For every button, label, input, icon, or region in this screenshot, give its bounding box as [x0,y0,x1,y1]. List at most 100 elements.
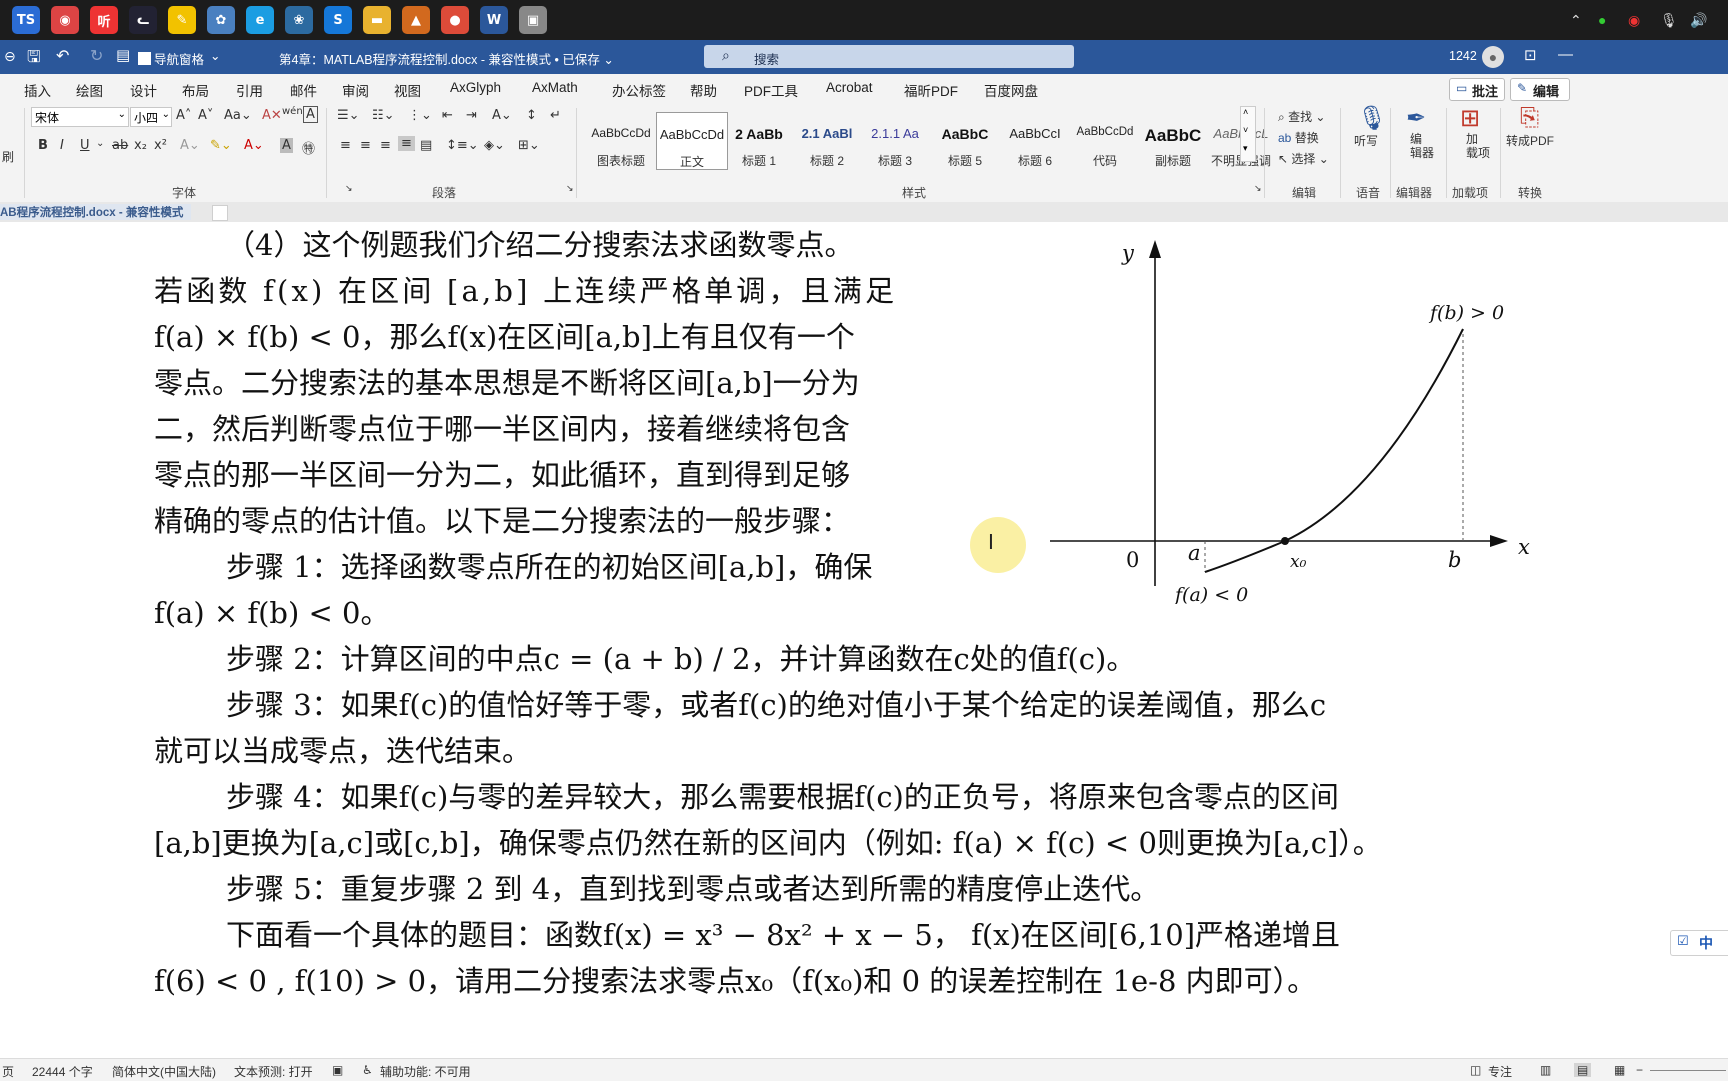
print-layout-icon[interactable]: ▤ [1574,1063,1592,1077]
style-item[interactable]: 2 AaBb 标题 1 [724,112,794,168]
app-menu-icon[interactable]: ⊖ [4,48,16,65]
find-button[interactable]: ⌕ 查找 ⌄ [1278,108,1325,125]
avatar[interactable]: ● [1482,46,1504,68]
sticky-notes-icon[interactable]: ✎ [168,6,196,34]
style-item[interactable]: AaBbC 副标题 [1138,112,1208,168]
nav-pane-checkbox[interactable] [138,52,151,65]
borders-icon[interactable]: ⊞⌄ [518,138,540,153]
tab-10[interactable]: 办公标签 [612,80,666,100]
select-button[interactable]: ↖ 选择 ⌄ [1278,150,1329,167]
tab-3[interactable]: 布局 [182,80,209,100]
tab-12[interactable]: PDF工具 [744,80,798,100]
text-predictions-status[interactable]: 文本预测: 打开 [234,1063,313,1080]
sogou-icon[interactable]: S [324,6,352,34]
paint-icon[interactable]: ✿ [207,6,235,34]
convert-pdf-button[interactable]: ⎘ 转成PDF [1504,104,1558,180]
increase-indent-icon[interactable]: ⇥ [466,108,477,123]
chevron-up-icon[interactable]: ⌃ [1570,10,1582,30]
dialog-launcher-icon[interactable]: ↘ [345,184,353,194]
align-left-icon[interactable]: ≡ [340,138,351,153]
shrink-font-icon[interactable]: A˅ [198,108,213,123]
dictate-button[interactable]: 🎙 听写 [1350,104,1387,180]
tab-13[interactable]: Acrobat [826,80,873,95]
clear-format-icon[interactable]: A✕ [262,108,282,123]
style-item[interactable]: AaBbC 标题 5 [930,112,1000,168]
styles-scroll[interactable]: ˄ ˅ ▾ [1240,106,1256,162]
accessibility-status[interactable]: 辅助功能: 不可用 [380,1063,471,1080]
dialog-launcher-icon[interactable]: ↘ [566,184,574,194]
language-indicator[interactable]: 简体中文(中国大陆) [112,1063,216,1080]
distributed-icon[interactable]: ▤ [420,138,432,153]
print-preview-icon[interactable]: ▤ [116,46,130,64]
font-name-select[interactable]: 宋体 ⌄ [31,107,129,127]
record-icon[interactable]: ◉ [1628,10,1640,30]
ts-app-icon[interactable]: TS [12,6,40,34]
justify-icon[interactable]: ≡ [398,136,415,151]
screen-capture-icon[interactable]: ▣ [519,6,547,34]
page-indicator[interactable]: 页 [2,1063,14,1080]
search-box[interactable]: ⌕ 搜索 [704,45,1074,68]
document-tab[interactable]: AB程序流程控制.docx - 兼容性模式 [0,204,192,220]
font-size-select[interactable]: 小四 ⌄ [130,107,172,127]
char-shading-icon[interactable]: A [280,138,293,153]
tab-0[interactable]: 插入 [24,80,51,100]
ime-side-badge[interactable]: ☑ 中 [1670,930,1728,956]
cat-app-icon[interactable]: ᓚ [129,6,157,34]
document-page[interactable]: （4）这个例题我们介绍二分搜索法求函数零点。 若函数 f(x) 在区间 [a,b]… [0,222,1728,1060]
tab-8[interactable]: AxGlyph [450,80,501,95]
grow-font-icon[interactable]: A˄ [176,108,191,123]
style-item[interactable]: AaBbCcDd 图表标题 [586,112,656,168]
tab-9[interactable]: AxMath [532,80,578,95]
word-count[interactable]: 22444 个字 [32,1063,93,1080]
undo-icon[interactable]: ↶ [56,46,69,66]
change-case-icon[interactable]: Aa⌄ [224,108,252,123]
tab-4[interactable]: 引用 [236,80,263,100]
char-border-icon[interactable]: A [303,106,318,123]
matlab-icon[interactable]: ▲ [402,6,430,34]
tab-6[interactable]: 审阅 [342,80,369,100]
chrome-icon[interactable]: ● [441,6,469,34]
focus-mode-label[interactable]: 专注 [1488,1063,1512,1080]
bold-icon[interactable]: B [38,138,48,153]
read-mode-icon[interactable]: ▥ [1540,1063,1551,1077]
new-tab-button[interactable] [212,205,228,221]
italic-icon[interactable]: I [60,138,64,153]
volume-icon[interactable]: 🔊 [1690,10,1707,30]
subscript-icon[interactable]: x₂ [134,138,147,153]
tab-1[interactable]: 绘图 [76,80,103,100]
browser-360-icon[interactable]: ◉ [51,6,79,34]
tab-7[interactable]: 视图 [394,80,421,100]
edit-mode-button[interactable]: ✎ 编辑 [1510,78,1570,101]
save-icon[interactable]: 🖫 [27,46,41,73]
style-item[interactable]: 2.1 AaBl 标题 2 [792,112,862,168]
highlight-icon[interactable]: ✎⌄ [210,138,232,153]
redo-icon[interactable]: ↻ [90,46,103,66]
dialog-launcher-icon[interactable]: ↘ [1254,184,1262,194]
align-right-icon[interactable]: ≡ [380,138,391,153]
tab-15[interactable]: 百度网盘 [984,80,1038,100]
comment-button[interactable]: ▭ 批注 [1449,78,1505,101]
text-effects-icon[interactable]: A⌄ [180,138,200,153]
shading-icon[interactable]: ◈⌄ [484,138,505,153]
word-icon[interactable]: W [480,6,508,34]
align-center-icon[interactable]: ≡ [360,138,371,153]
style-item[interactable]: AaBbCcDd 正文 [656,112,728,170]
green-status-icon[interactable]: ● [1598,10,1606,30]
macro-record-icon[interactable]: ▣ [332,1063,343,1077]
ribbon-display-icon[interactable]: ⊡ [1524,46,1537,64]
superscript-icon[interactable]: x² [154,138,167,153]
chinese-layout-icon[interactable]: A⌄ [492,108,512,123]
media-app-icon[interactable]: 听 [90,6,118,34]
focus-icon[interactable]: ◫ [1470,1063,1481,1077]
style-item[interactable]: 2.1.1 Aa 标题 3 [860,112,930,168]
zoom-slider[interactable] [1650,1070,1726,1071]
addins-button[interactable]: ⊞ 加 载项 [1452,104,1492,180]
font-color-icon[interactable]: A⌄ [244,138,264,153]
strikethrough-icon[interactable]: ab [112,138,128,153]
tab-14[interactable]: 福昕PDF [904,80,958,100]
show-marks-icon[interactable]: ↵ [550,108,561,123]
mushroom-app-icon[interactable]: ❀ [285,6,313,34]
edge-browser-icon[interactable]: e [246,6,274,34]
folder-icon[interactable]: ▬ [363,6,391,34]
replace-button[interactable]: ab 替换 [1278,129,1319,146]
